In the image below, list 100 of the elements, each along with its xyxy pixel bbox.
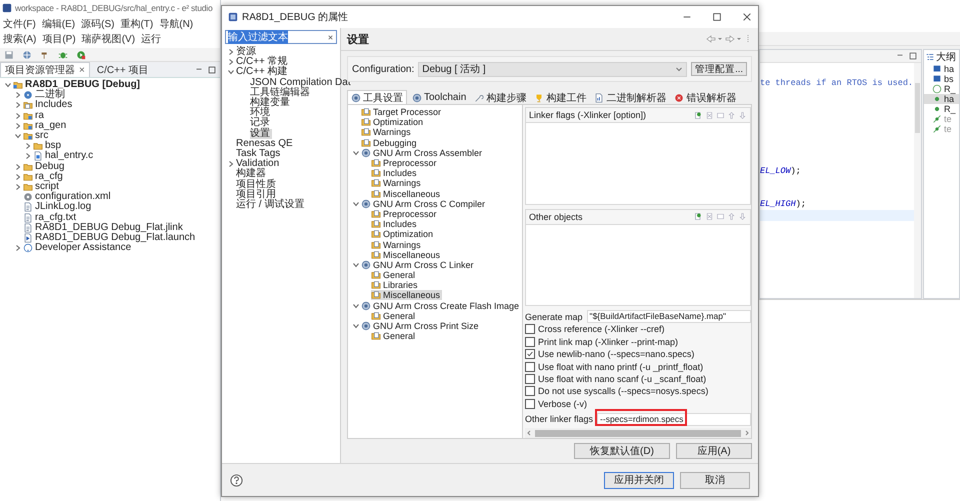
chevron-icon[interactable]: [14, 112, 22, 120]
tree-item[interactable]: GNU Arm Cross Create Flash Image: [361, 300, 522, 311]
tree-item[interactable]: RA8D1_DEBUG Debug_Flat.launch: [23, 232, 198, 243]
vertical-scrollbar[interactable]: [914, 63, 921, 298]
chevron-icon[interactable]: [14, 172, 22, 181]
nav-item[interactable]: 项目性质: [236, 180, 278, 190]
tree-item[interactable]: Miscellaneous: [371, 290, 442, 300]
tree-item[interactable]: Miscellaneous: [371, 188, 442, 199]
chevron-icon[interactable]: [352, 322, 360, 330]
tab[interactable]: 构建工件: [531, 91, 590, 104]
chevron-icon[interactable]: [14, 244, 22, 252]
tree-item[interactable]: Optimization: [371, 229, 436, 240]
menu-item[interactable]: 编辑(E): [42, 17, 76, 31]
chevron-icon[interactable]: [227, 58, 235, 66]
view-tab[interactable]: C/C++ 项目: [92, 62, 153, 76]
tree-item[interactable]: bsp: [33, 141, 64, 152]
chevron-icon[interactable]: [227, 160, 235, 168]
tree-item[interactable]: General: [371, 270, 418, 280]
manage-configurations-button[interactable]: 管理配置...: [691, 62, 747, 76]
generate-map-field[interactable]: "${BuildArtifactFileBaseName}.map": [586, 310, 751, 324]
tree-item[interactable]: Optimization: [361, 117, 426, 128]
horizontal-scrollbar[interactable]: [525, 428, 751, 438]
maximize-icon[interactable]: [908, 51, 918, 61]
nav-item[interactable]: 工具链编辑器: [250, 88, 312, 98]
tree-item[interactable]: Warnings: [371, 178, 423, 188]
menu-item[interactable]: 搜索(A): [3, 32, 36, 46]
tree-item[interactable]: RA8D1_DEBUG Debug_Flat.jlink: [23, 222, 185, 233]
tree-item[interactable]: Debug: [23, 162, 66, 172]
checkbox[interactable]: [525, 362, 535, 372]
nav-item[interactable]: C/C++ 构建: [236, 67, 290, 78]
outline-item[interactable]: ha: [924, 64, 959, 74]
nav-item[interactable]: 资源: [236, 47, 258, 58]
nav-item[interactable]: Renesas QE: [236, 138, 295, 149]
checkbox-label[interactable]: Use newlib-nano (--specs=nano.specs): [538, 349, 694, 360]
nav-item[interactable]: 项目引用: [236, 190, 278, 200]
tree-item[interactable]: GNU Arm Cross Assembler: [361, 148, 484, 158]
menu-item[interactable]: 瑞萨视图(V): [82, 32, 136, 46]
tree-item[interactable]: GNU Arm Cross C Linker: [361, 260, 476, 270]
help-icon[interactable]: [230, 474, 243, 486]
menu-item[interactable]: 重构(T): [120, 17, 154, 31]
tree-item[interactable]: ra_cfg.txt: [23, 212, 78, 223]
nav-item[interactable]: 记录: [250, 118, 272, 128]
chevron-icon[interactable]: [14, 101, 22, 110]
apply-and-close-button[interactable]: 应用并关闭: [604, 472, 674, 488]
tree-item[interactable]: Target Processor: [361, 107, 444, 118]
view-tab[interactable]: 项目资源管理器 ×: [0, 62, 90, 77]
chevron-icon[interactable]: [14, 182, 22, 191]
outline-item[interactable]: ha: [924, 94, 959, 104]
outline-item[interactable]: R_: [924, 84, 959, 94]
close-icon[interactable]: [742, 12, 752, 22]
chevron-icon[interactable]: [227, 68, 235, 76]
chevron-icon[interactable]: [14, 122, 22, 130]
tree-item[interactable]: ra_cfg: [23, 172, 65, 182]
chevron-icon[interactable]: [352, 200, 360, 208]
clear-icon[interactable]: [327, 34, 334, 40]
tree-item[interactable]: GNU Arm Cross C Compiler: [361, 198, 488, 209]
nav-item[interactable]: 设置: [250, 128, 272, 139]
checkbox[interactable]: [525, 398, 535, 409]
configuration-dropdown[interactable]: Debug [ 活动 ]: [418, 62, 688, 76]
menu-item[interactable]: 文件(F): [3, 17, 36, 31]
chevron-icon[interactable]: [14, 132, 22, 140]
outline-item[interactable]: R_: [924, 104, 959, 114]
tab[interactable]: 错误解析器: [671, 91, 740, 104]
chevron-icon[interactable]: [352, 148, 360, 157]
play-icon[interactable]: [76, 50, 86, 60]
menu-item[interactable]: 源码(S): [81, 17, 114, 31]
tree-item[interactable]: GNU Arm Cross Print Size: [361, 321, 481, 332]
add-icon[interactable]: [694, 212, 703, 222]
tree-item[interactable]: hal_entry.c: [33, 151, 96, 162]
chevron-icon[interactable]: [227, 48, 235, 56]
tab[interactable]: 构建步骤: [471, 91, 530, 104]
tab[interactable]: 二进制解析器: [591, 91, 670, 104]
checkbox-label[interactable]: Do not use syscalls (--specs=nosys.specs): [538, 386, 708, 396]
tree-item[interactable]: 二进制: [23, 90, 67, 100]
tree-item[interactable]: Warnings: [371, 240, 423, 250]
nav-item[interactable]: 环境: [250, 108, 272, 118]
tab[interactable]: 工具设置: [347, 90, 407, 104]
chevron-icon[interactable]: [24, 142, 32, 150]
cancel-button[interactable]: 取消: [680, 472, 750, 488]
outline-item[interactable]: bs: [924, 74, 959, 84]
menu-item[interactable]: 项目(P): [42, 32, 76, 46]
tree-item[interactable]: Developer Assistance: [23, 243, 134, 254]
chevron-icon[interactable]: [24, 152, 32, 160]
tree-item[interactable]: General: [371, 331, 418, 342]
maximize-icon[interactable]: [712, 12, 722, 22]
maximize-icon[interactable]: [207, 64, 217, 74]
chevron-icon[interactable]: [4, 81, 12, 90]
arrow-right-icon[interactable]: [743, 429, 751, 438]
checkbox-label[interactable]: Print link map (-Xlinker --print-map): [538, 336, 678, 347]
tree-item[interactable]: configuration.xml: [23, 192, 113, 202]
nav-item[interactable]: 运行 / 调试设置: [236, 200, 306, 210]
tree-item[interactable]: Preprocessor: [371, 158, 439, 168]
tree-item[interactable]: script: [23, 182, 61, 192]
add-icon[interactable]: [694, 110, 703, 120]
apply-button[interactable]: 应用(A): [676, 443, 752, 459]
tree-item[interactable]: General: [371, 310, 418, 321]
tree-item[interactable]: Warnings: [361, 127, 413, 138]
checkbox-label[interactable]: Cross reference (-Xlinker --cref): [538, 324, 665, 334]
nav-item[interactable]: 构建器: [236, 169, 268, 180]
tree-item[interactable]: Includes: [23, 100, 74, 110]
